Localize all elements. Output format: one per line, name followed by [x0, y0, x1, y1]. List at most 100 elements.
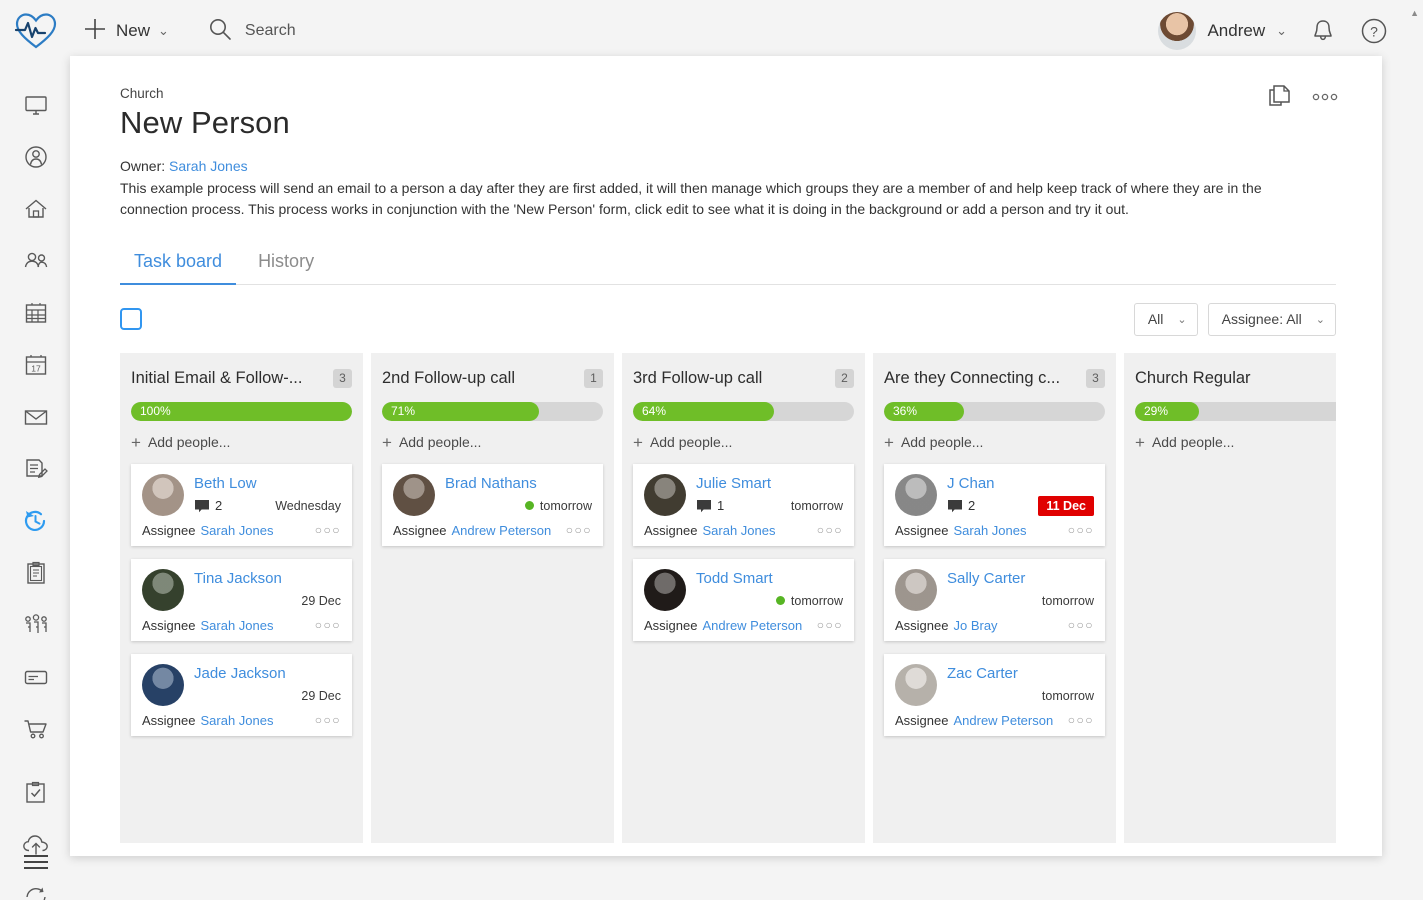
card-comments[interactable]: 1: [696, 498, 724, 513]
card-assignee-row: Assignee Andrew Peterson ○○○: [895, 713, 1094, 736]
add-people-button[interactable]: + Add people...: [382, 434, 603, 451]
process-description: This example process will send an email …: [120, 178, 1330, 220]
sidebar-item-payments[interactable]: [13, 664, 59, 690]
card-top-row: Todd Smart tomorrow: [644, 569, 843, 611]
card-meta-row: 2 11 Dec: [947, 496, 1094, 516]
sidebar-item-calendar[interactable]: [13, 300, 59, 326]
assignee-name-link[interactable]: Sarah Jones: [702, 523, 775, 538]
select-all-checkbox[interactable]: [120, 308, 142, 330]
card-more-options-icon[interactable]: ○○○: [817, 618, 843, 632]
task-card[interactable]: J Chan 2 11 Dec Assignee Sarah Jones ○○○: [884, 464, 1105, 546]
card-more-options-icon[interactable]: ○○○: [1068, 713, 1094, 727]
card-person-name[interactable]: Brad Nathans: [445, 475, 592, 492]
column-title: 2nd Follow-up call: [382, 369, 515, 388]
card-top-row: Beth Low 2 Wednesday: [142, 474, 341, 516]
card-person-name[interactable]: Sally Carter: [947, 570, 1094, 587]
tab-task-board[interactable]: Task board: [120, 245, 236, 285]
column-title: Initial Email & Follow-...: [131, 369, 302, 388]
board-column: 3rd Follow-up call 2 64% + Add people...…: [622, 353, 865, 843]
card-top-row: Julie Smart 1 tomorrow: [644, 474, 843, 516]
sidebar-item-person[interactable]: [13, 144, 59, 170]
assignee-name-link[interactable]: Sarah Jones: [953, 523, 1026, 538]
card-more-options-icon[interactable]: ○○○: [1068, 618, 1094, 632]
tab-history[interactable]: History: [244, 245, 328, 285]
sidebar-menu-toggle[interactable]: [0, 851, 72, 878]
add-people-button[interactable]: + Add people...: [884, 434, 1105, 451]
card-more-options-icon[interactable]: ○○○: [566, 523, 592, 537]
add-people-button[interactable]: + Add people...: [131, 434, 352, 451]
card-assignee-row: Assignee Andrew Peterson ○○○: [644, 618, 843, 641]
card-person-name[interactable]: J Chan: [947, 475, 1094, 492]
more-options-icon[interactable]: [1312, 92, 1338, 102]
chevron-down-icon: ⌄: [1276, 23, 1287, 39]
sidebar-item-teams[interactable]: [13, 612, 59, 638]
assignee-name-link[interactable]: Sarah Jones: [200, 523, 273, 538]
task-card[interactable]: Brad Nathans tomorrow Assignee Andrew Pe…: [382, 464, 603, 546]
card-more-options-icon[interactable]: ○○○: [315, 523, 341, 537]
user-menu[interactable]: Andrew ⌄: [1158, 12, 1287, 50]
sidebar-item-home[interactable]: [13, 196, 59, 222]
card-more-options-icon[interactable]: ○○○: [315, 618, 341, 632]
breadcrumb[interactable]: Church: [120, 86, 1332, 101]
assignee-name-link[interactable]: Andrew Peterson: [953, 713, 1053, 728]
scrollbar-up-arrow[interactable]: ▲: [1410, 8, 1419, 18]
sidebar-item-groups[interactable]: [13, 248, 59, 274]
card-person-name[interactable]: Zac Carter: [947, 665, 1094, 682]
add-people-label: Add people...: [1152, 434, 1235, 450]
card-person-name[interactable]: Jade Jackson: [194, 665, 341, 682]
assignee-label: Assignee: [644, 523, 697, 538]
task-card[interactable]: Julie Smart 1 tomorrow Assignee Sarah Jo…: [633, 464, 854, 546]
app-logo[interactable]: [0, 11, 72, 51]
search-button[interactable]: Search: [207, 16, 296, 47]
card-comments[interactable]: 2: [194, 498, 222, 513]
card-due-label: tomorrow: [1042, 594, 1094, 608]
card-more-options-icon[interactable]: ○○○: [1068, 523, 1094, 537]
card-more-options-icon[interactable]: ○○○: [817, 523, 843, 537]
card-assignee-row: Assignee Sarah Jones ○○○: [142, 713, 341, 736]
sidebar-item-store[interactable]: [13, 716, 59, 742]
card-person-name[interactable]: Julie Smart: [696, 475, 843, 492]
assignee-filter-dropdown[interactable]: Assignee: All ⌄: [1208, 303, 1336, 336]
add-people-button[interactable]: + Add people...: [633, 434, 854, 451]
assignee-name-link[interactable]: Andrew Peterson: [451, 523, 551, 538]
assignee-name-link[interactable]: Andrew Peterson: [702, 618, 802, 633]
card-person-name[interactable]: Tina Jackson: [194, 570, 341, 587]
card-top-row: Zac Carter tomorrow: [895, 664, 1094, 706]
sidebar-item-sync[interactable]: [13, 884, 59, 900]
task-card[interactable]: Tina Jackson 29 Dec Assignee Sarah Jones…: [131, 559, 352, 641]
sidebar-item-forms[interactable]: [13, 456, 59, 482]
task-card[interactable]: Todd Smart tomorrow Assignee Andrew Pete…: [633, 559, 854, 641]
task-card[interactable]: Jade Jackson 29 Dec Assignee Sarah Jones…: [131, 654, 352, 736]
card-due-label: tomorrow: [791, 499, 843, 513]
new-button[interactable]: New ⌄: [82, 16, 169, 47]
notification-bell-icon[interactable]: [1309, 17, 1337, 45]
help-question-icon[interactable]: ?: [1359, 16, 1389, 46]
sidebar-item-checklists[interactable]: [13, 780, 59, 806]
card-person-name[interactable]: Todd Smart: [696, 570, 843, 587]
column-count-badge: 1: [584, 369, 603, 388]
assignee-name-link[interactable]: Sarah Jones: [200, 713, 273, 728]
task-card[interactable]: Zac Carter tomorrow Assignee Andrew Pete…: [884, 654, 1105, 736]
column-progress-bar: 29%: [1135, 402, 1336, 421]
column-progress-bar: 36%: [884, 402, 1105, 421]
add-people-button[interactable]: + Add people...: [1135, 434, 1336, 451]
sidebar-item-reports[interactable]: [13, 560, 59, 586]
card-comments[interactable]: 2: [947, 498, 975, 513]
card-more-options-icon[interactable]: ○○○: [315, 713, 341, 727]
card-person-name[interactable]: Beth Low: [194, 475, 341, 492]
sidebar-item-mail[interactable]: [13, 404, 59, 430]
column-title: 3rd Follow-up call: [633, 369, 762, 388]
assignee-name-link[interactable]: Jo Bray: [953, 618, 997, 633]
task-card[interactable]: Sally Carter tomorrow Assignee Jo Bray ○…: [884, 559, 1105, 641]
sidebar-item-processes[interactable]: [13, 508, 59, 534]
card-assignee-row: Assignee Andrew Peterson ○○○: [393, 523, 592, 546]
sidebar-item-events[interactable]: 17: [13, 352, 59, 378]
copy-duplicate-icon[interactable]: [1268, 84, 1292, 110]
board-column: Are they Connecting c... 3 36% + Add peo…: [873, 353, 1116, 843]
plus-icon: [82, 16, 108, 47]
task-card[interactable]: Beth Low 2 Wednesday Assignee Sarah Jone…: [131, 464, 352, 546]
owner-name-link[interactable]: Sarah Jones: [169, 158, 248, 174]
assignee-name-link[interactable]: Sarah Jones: [200, 618, 273, 633]
sidebar-item-dashboard[interactable]: [13, 92, 59, 118]
status-filter-dropdown[interactable]: All ⌄: [1134, 303, 1198, 336]
